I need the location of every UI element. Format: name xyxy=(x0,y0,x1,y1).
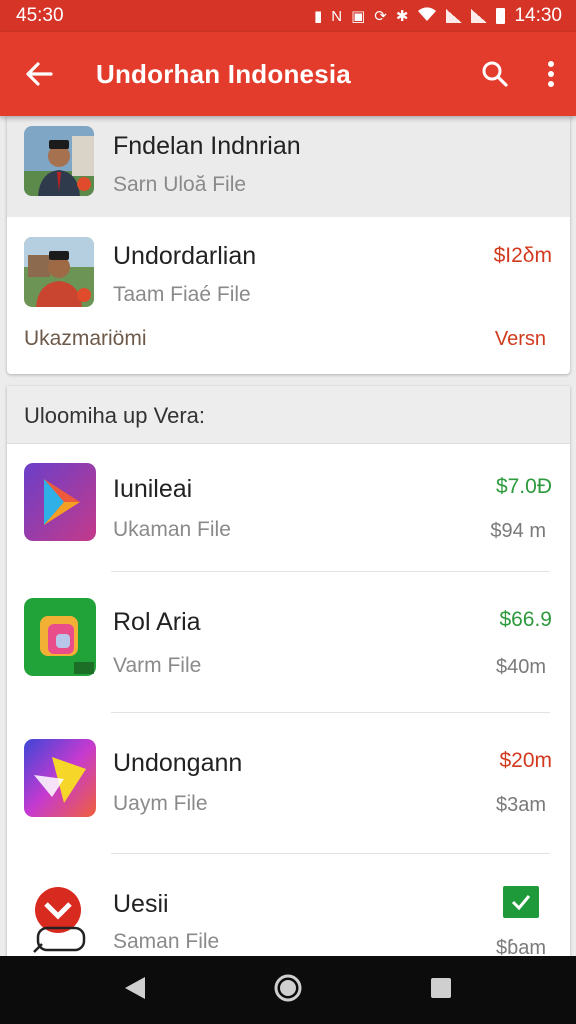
item-size: $ɓam xyxy=(495,937,546,956)
list-item[interactable]: Undordarlian $I2δm Taam Fiaé File Ukazma… xyxy=(7,217,570,374)
puzzle-app-icon xyxy=(24,598,96,676)
item-size: $40m xyxy=(495,656,546,678)
nav-home-icon xyxy=(274,974,302,1001)
list-item-selected[interactable]: Fndelan Indnrian Sarn Uloă File xyxy=(7,116,570,217)
wifi-icon xyxy=(417,6,437,26)
list-item[interactable]: Rol Aria $66.9 Varm File $40m xyxy=(7,572,570,712)
app-bar: Undorhan Indonesia xyxy=(0,32,576,116)
section-title: Uloomiha up Vera: xyxy=(24,403,205,428)
item-price: $I2δm xyxy=(493,244,552,267)
mail-app-icon xyxy=(24,878,96,956)
check-icon xyxy=(511,895,531,911)
avatar xyxy=(24,237,94,307)
nav-back-button[interactable] xyxy=(123,975,147,1006)
item-title: Fndelan Indnrian xyxy=(113,132,301,160)
top-card: Fndelan Indnrian Sarn Uloă File Undordar… xyxy=(7,116,570,374)
item-subtitle: Ukaman File xyxy=(113,518,231,541)
item-subtitle: Sarn Uloă File xyxy=(113,173,247,196)
item-title: Undordarlian xyxy=(113,242,257,270)
item-subtitle: Taam Fiaé File xyxy=(113,283,251,306)
signal-icon-2 xyxy=(471,9,488,23)
nav-recents-icon xyxy=(431,977,451,998)
status-time-right: 14:30 xyxy=(514,5,562,26)
nav-back-icon xyxy=(125,976,145,999)
item-title: Rol Aria xyxy=(113,608,201,636)
status-icons: ▮ N ▣ ⟳ ✱ 14:30 xyxy=(314,5,562,27)
play-triangle-icon xyxy=(24,463,96,541)
battery-icon xyxy=(496,8,506,24)
list-item[interactable]: Iunileai $7.0Ð Ukaman File $94 m xyxy=(7,445,570,573)
screen-icon: ▣ xyxy=(351,8,366,25)
sync-icon: ⟳ xyxy=(374,8,387,25)
item-price: $7.0Ð xyxy=(495,475,552,498)
overflow-menu-button[interactable] xyxy=(526,32,576,116)
nav-home-button[interactable] xyxy=(273,973,303,1008)
section-header: Uloomiha up Vera: xyxy=(7,386,570,444)
item-price: $20m xyxy=(499,749,552,772)
bluetooth-icon: ✱ xyxy=(395,8,409,25)
list-item[interactable]: Uesii Saman File $ɓam xyxy=(7,854,570,956)
item-size: $94 m xyxy=(490,520,546,542)
item-subtitle: Uaym File xyxy=(113,792,208,815)
avatar xyxy=(24,126,94,196)
network-icon: N xyxy=(331,7,343,25)
item-title: Undongann xyxy=(113,749,243,777)
item-subtitle: Saman File xyxy=(113,930,220,953)
system-nav-bar xyxy=(0,956,576,1024)
item-subtitle: Varm File xyxy=(113,654,202,677)
item-size: $3am xyxy=(495,794,546,816)
item-footer-label: Ukazmariömi xyxy=(24,327,147,350)
page-title: Undorhan Indonesia xyxy=(96,58,351,89)
version-link[interactable]: Versn xyxy=(495,328,546,351)
checkbox[interactable] xyxy=(503,886,539,918)
content-area: Fndelan Indnrian Sarn Uloă File Undordar… xyxy=(0,116,576,956)
list-item[interactable]: Undongann $20m Uaym File $3am xyxy=(7,713,570,853)
media-play-icon xyxy=(24,739,96,817)
item-title: Uesii xyxy=(113,890,169,918)
status-bar: 45:30 ▮ N ▣ ⟳ ✱ 14:30 xyxy=(0,0,576,32)
nav-recents-button[interactable] xyxy=(429,976,453,1005)
item-title: Iunileai xyxy=(113,475,193,503)
signal-icon xyxy=(446,9,463,23)
back-button[interactable] xyxy=(0,32,78,116)
more-vert-icon xyxy=(548,61,554,87)
search-icon xyxy=(482,61,508,87)
updates-section: Uloomiha up Vera: Iunileai $7.0Ð Ukaman … xyxy=(7,386,570,956)
arrow-left-icon xyxy=(26,62,53,86)
status-time-left: 45:30 xyxy=(16,5,64,26)
notification-icon: ▮ xyxy=(314,8,323,25)
search-button[interactable] xyxy=(464,32,526,116)
item-price: $66.9 xyxy=(499,608,552,631)
